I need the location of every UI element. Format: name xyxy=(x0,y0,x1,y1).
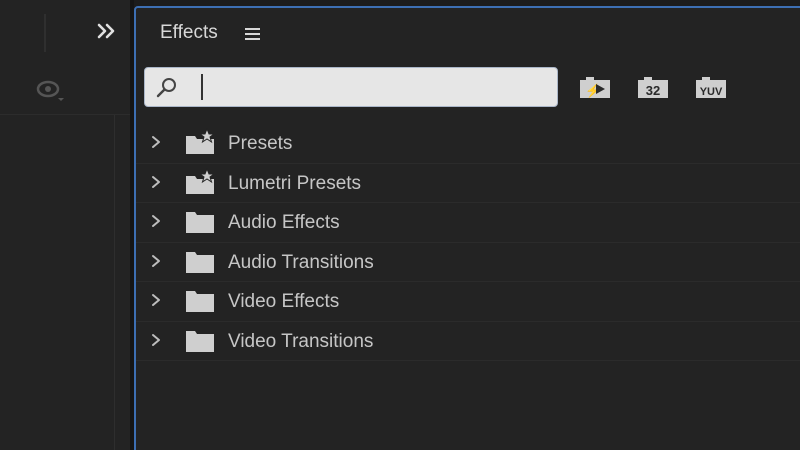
tree-item-label: Presets xyxy=(228,133,293,154)
text-cursor xyxy=(201,74,203,100)
tree-item-presets[interactable]: Presets xyxy=(136,124,800,164)
app-window: Effects ⚡ 32 YUV Presets Lumetri Presets… xyxy=(0,0,800,450)
chevron-right-icon[interactable] xyxy=(150,292,162,308)
left-panel xyxy=(0,0,130,450)
filter-button-label: 32 xyxy=(646,83,660,98)
effects-tree: Presets Lumetri Presets Audio Effects Au… xyxy=(136,124,800,361)
32-bit-color-filter-button[interactable]: 32 xyxy=(636,74,670,100)
yuv-effects-filter-button[interactable]: YUV xyxy=(694,74,728,100)
search-icon xyxy=(156,78,176,98)
tree-item-lumetri-presets[interactable]: Lumetri Presets xyxy=(136,164,800,203)
chevron-right-icon[interactable] xyxy=(150,332,162,348)
accelerated-effects-filter-button[interactable]: ⚡ xyxy=(578,74,612,100)
32-bit-color-icon: 32 xyxy=(638,77,668,98)
panel-menu-button[interactable] xyxy=(244,26,262,42)
tree-item-video-transitions[interactable]: Video Transitions xyxy=(136,322,800,361)
visibility-toggle[interactable] xyxy=(34,78,66,104)
accelerated-effects-icon: ⚡ xyxy=(580,77,610,99)
search-input[interactable] xyxy=(197,74,547,100)
chevron-right-icon[interactable] xyxy=(150,174,162,190)
star-folder-icon xyxy=(186,128,216,154)
effects-panel: Effects ⚡ 32 YUV Presets Lumetri Presets… xyxy=(134,6,800,450)
panel-title[interactable]: Effects xyxy=(160,22,218,44)
chevron-right-icon[interactable] xyxy=(150,134,162,150)
tree-item-label: Audio Effects xyxy=(228,212,340,233)
expand-panels-button[interactable] xyxy=(94,18,120,44)
double-chevron-right-icon xyxy=(97,23,115,39)
chevron-right-icon[interactable] xyxy=(150,253,162,269)
tree-item-label: Lumetri Presets xyxy=(228,172,362,194)
tree-item-label: Audio Transitions xyxy=(228,251,374,273)
folder-icon xyxy=(186,212,214,233)
tree-item-label: Video Transitions xyxy=(228,330,374,352)
effects-panel-header: Effects xyxy=(136,8,800,64)
tree-item-video-effects[interactable]: Video Effects xyxy=(136,282,800,322)
tree-item-audio-effects[interactable]: Audio Effects xyxy=(136,203,800,243)
filter-button-label: YUV xyxy=(700,86,723,98)
search-box[interactable] xyxy=(144,67,558,107)
yuv-effects-icon: YUV xyxy=(696,77,726,98)
folder-icon xyxy=(186,330,214,352)
left-panel-content xyxy=(0,115,115,450)
tree-item-audio-transitions[interactable]: Audio Transitions xyxy=(136,243,800,282)
chevron-right-icon[interactable] xyxy=(150,213,162,229)
folder-icon xyxy=(186,251,214,273)
hamburger-menu-icon xyxy=(245,28,260,40)
panel-divider-mark xyxy=(44,14,46,52)
tree-item-label: Video Effects xyxy=(228,291,340,312)
folder-icon xyxy=(186,291,214,312)
eye-icon xyxy=(36,80,64,101)
star-folder-icon xyxy=(186,167,216,194)
